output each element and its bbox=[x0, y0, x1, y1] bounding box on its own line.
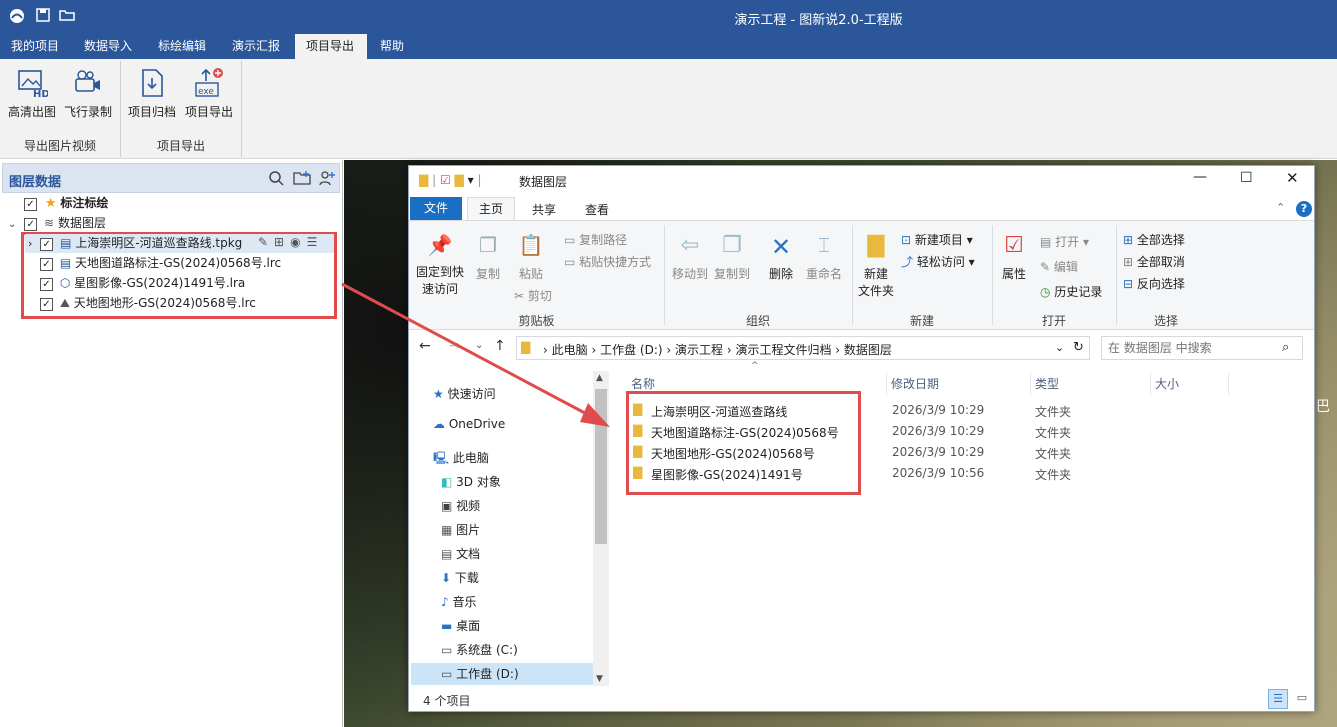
annotation-arrow bbox=[341, 282, 610, 427]
